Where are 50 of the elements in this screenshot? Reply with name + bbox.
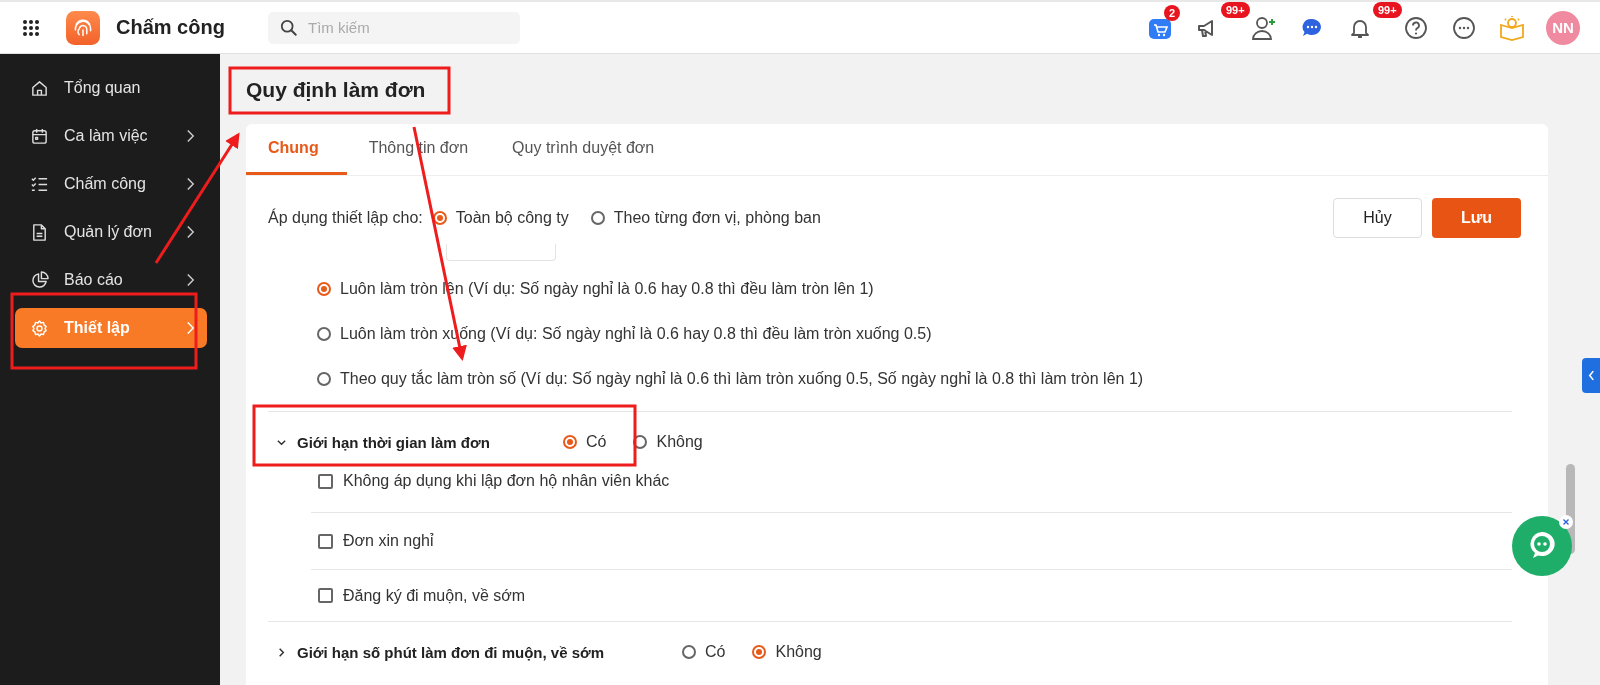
chevron-right-icon[interactable] — [276, 646, 287, 658]
app-name: Chấm công — [116, 16, 226, 39]
radio-option[interactable]: Không — [752, 643, 822, 661]
home-icon — [30, 78, 49, 98]
text-field[interactable] — [446, 244, 556, 261]
app-grid-icon[interactable] — [22, 18, 40, 37]
collapse-panel-tab[interactable] — [1582, 358, 1600, 393]
settings-icon — [30, 318, 49, 338]
tab[interactable]: Chung — [246, 124, 347, 175]
chevron-right-icon — [186, 225, 195, 239]
radio-option[interactable]: Có — [563, 433, 607, 451]
sidebar-item[interactable]: Tổng quan — [15, 68, 207, 108]
radio-option[interactable]: Toàn bộ công ty — [432, 209, 569, 227]
sidebar-item[interactable]: Ca làm việc — [15, 116, 207, 156]
sidebar-item[interactable]: Báo cáo — [15, 260, 207, 300]
page-title: Quy định làm đơn — [246, 77, 426, 103]
sidebar-item[interactable]: Chấm công — [15, 164, 207, 204]
cancel-button[interactable]: Hủy — [1333, 198, 1422, 238]
document-icon — [30, 222, 49, 242]
count-badge: 99+ — [1373, 1, 1402, 18]
count-badge: 99+ — [1221, 1, 1250, 18]
radio-option[interactable]: Theo từng đơn vị, phòng ban — [590, 209, 821, 227]
pie-chart-icon — [30, 270, 49, 290]
calendar-icon — [30, 126, 49, 146]
section-title: Giới hạn thời gian làm đơn — [297, 433, 491, 451]
save-button[interactable]: Lưu — [1432, 198, 1521, 238]
add-user-icon[interactable] — [1251, 14, 1277, 41]
section-title: Giới hạn số phút làm đơn đi muộn, về sớm — [297, 643, 606, 661]
sidebar-item[interactable]: Quản lý đơn — [15, 212, 207, 252]
chevron-left-icon — [1587, 370, 1595, 381]
chevron-right-icon — [186, 321, 195, 335]
apply-label: Áp dụng thiết lập cho: — [268, 209, 423, 227]
chevron-right-icon — [186, 177, 195, 191]
radio-option[interactable]: Theo quy tắc làm tròn số (Ví dụ: Số ngày nghỉ là 0.6 thì làm tròn xuống 0.5, Số ngày nghỉ là 0.8 thì làm tròn lên 1) — [317, 356, 1144, 401]
chevron-right-icon — [186, 129, 195, 143]
radio-option[interactable]: Không — [633, 433, 703, 451]
search-icon — [280, 18, 298, 37]
count-badge: 2 — [1163, 4, 1180, 21]
chevron-right-icon — [186, 273, 195, 287]
search-field[interactable]: Tìm kiếm — [268, 11, 520, 44]
fingerprint-logo-icon — [66, 10, 100, 45]
chatbot-icon[interactable] — [1511, 513, 1575, 577]
radio-option[interactable]: Có — [682, 643, 726, 661]
help-icon[interactable] — [1404, 15, 1428, 40]
checkbox-option[interactable]: Đơn xin nghỉ — [318, 532, 434, 550]
tab[interactable]: Thông tin đơn — [346, 124, 491, 175]
checkbox-option[interactable]: Đăng ký đi muộn, về sớm — [318, 586, 526, 605]
checkbox-option[interactable]: Không áp dụng khi lập đơn hộ nhân viên khác — [318, 472, 670, 490]
more-icon[interactable] — [1452, 15, 1476, 40]
tab[interactable]: Quy trình duyệt đơn — [490, 124, 677, 175]
